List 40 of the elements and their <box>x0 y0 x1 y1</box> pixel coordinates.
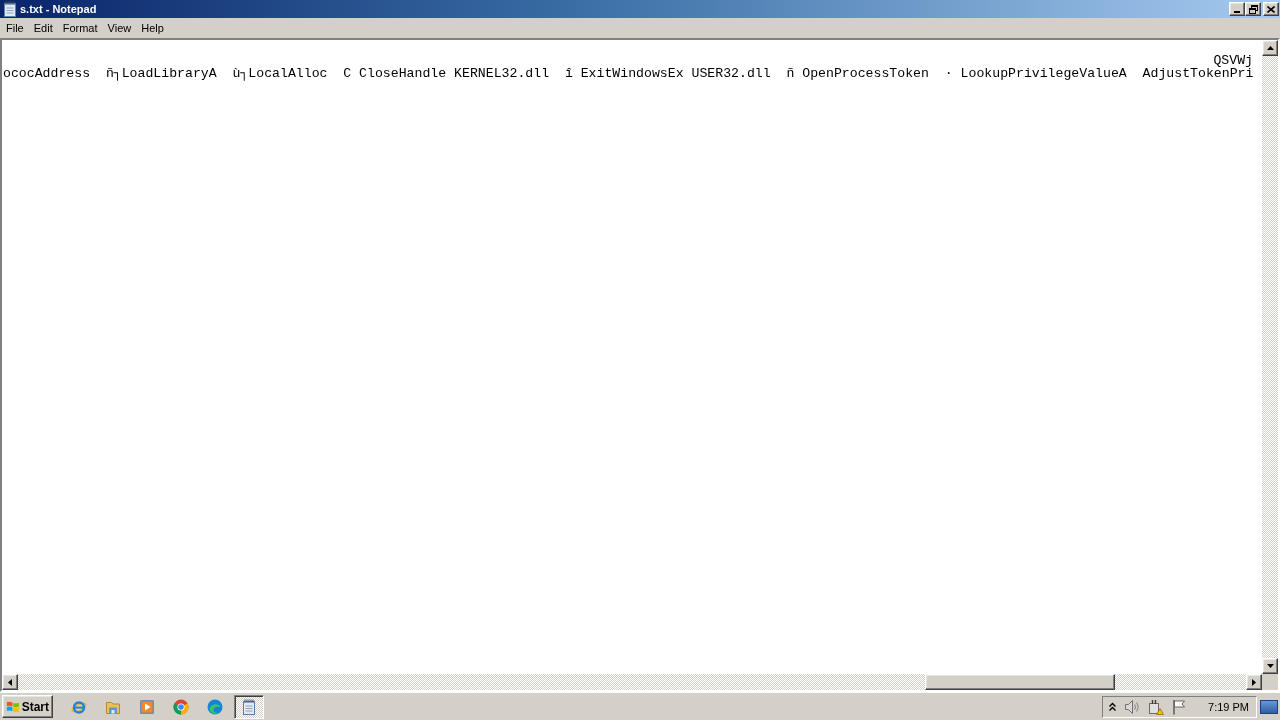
wave-logo-icon[interactable] <box>207 698 223 715</box>
minimize-button[interactable] <box>1229 2 1245 16</box>
minimize-icon <box>1233 10 1240 13</box>
scrollbar-thumb[interactable] <box>925 674 1115 690</box>
start-button[interactable]: Start <box>2 695 53 718</box>
text-line: QSVWj <box>1213 54 1253 67</box>
clock: 7:19 PM <box>1208 700 1249 713</box>
vertical-scrollbar[interactable] <box>1262 40 1278 674</box>
text-line: ococAddress ñ┐LoadLibraryA ù┐LocalAlloc C CloseHandle KERNEL32.dll î ExitWindowsEx USER32.dll ñ OpenProcessToken · LookupPrivilegeValueA AdjustTokenPri <box>3 67 1254 80</box>
scroll-up-button[interactable] <box>1262 40 1278 56</box>
down-arrow-icon <box>1266 664 1274 668</box>
menu-item[interactable]: Help <box>136 19 169 37</box>
menu-item[interactable]: Edit <box>28 19 58 37</box>
scroll-left-button[interactable] <box>2 674 18 690</box>
scroll-down-button[interactable] <box>1262 658 1278 674</box>
letter-e-icon[interactable] <box>71 698 87 715</box>
speaker-icon[interactable] <box>1124 698 1141 715</box>
flag-icon[interactable] <box>1172 698 1187 715</box>
notepad-icon <box>2 1 18 17</box>
taskbar-button[interactable] <box>234 694 264 719</box>
double-caret-icon[interactable] <box>1109 701 1117 712</box>
play-icon[interactable] <box>139 698 155 715</box>
restore-icon <box>1248 4 1258 14</box>
restore-button[interactable] <box>1245 2 1261 16</box>
menu-item[interactable]: File <box>1 19 29 37</box>
close-icon <box>1267 5 1275 13</box>
round-logo-icon[interactable] <box>173 698 189 715</box>
text-area[interactable]: QSVWj ococAddress ñ┐LoadLibraryA ù┐LocalAlloc C CloseHandle KERNEL32.dll î ExitWindowsEx USER32.dll ñ OpenProcessToken · LookupPrivilegeValueA AdjustTokenPri <box>2 40 1262 674</box>
notepad-icon <box>241 698 257 715</box>
right-arrow-icon <box>1252 678 1256 686</box>
close-button[interactable] <box>1263 2 1279 16</box>
menu-item[interactable]: View <box>102 19 137 37</box>
window-title: s.txt - Notepad <box>20 3 97 15</box>
left-arrow-icon <box>8 678 12 686</box>
horizontal-scrollbar[interactable] <box>2 674 1262 690</box>
menu-item[interactable]: Format <box>57 19 103 37</box>
show-desktop-icon[interactable] <box>1260 699 1278 714</box>
scroll-right-button[interactable] <box>1246 674 1262 690</box>
plug-warning-icon[interactable] <box>1148 698 1165 715</box>
up-arrow-icon <box>1266 46 1274 50</box>
